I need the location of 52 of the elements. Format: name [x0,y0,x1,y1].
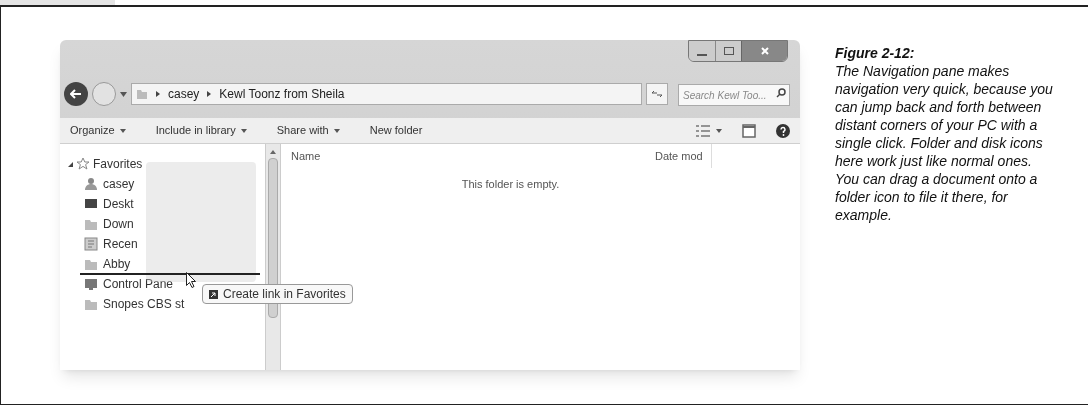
refresh-icon [651,89,663,99]
drag-tooltip: Create link in Favorites [202,284,353,304]
nav-item[interactable]: Down [103,215,134,233]
folder-icon [84,217,98,231]
toolbar-button[interactable]: Include in library [155,122,247,139]
scrollbar[interactable] [265,144,281,370]
address-bar[interactable]: casey Kewl Toonz from Sheila [131,83,642,105]
empty-folder-message: This folder is empty. [460,177,561,192]
figure-label: Figure 2-12: [835,44,916,62]
back-button[interactable] [64,82,88,106]
history-dropdown-icon[interactable] [120,91,127,97]
help-icon[interactable] [776,123,790,138]
nav-item[interactable]: Deskt [103,195,134,213]
caret-icon [716,128,722,133]
column-header[interactable]: Date mod [651,144,712,168]
breadcrumb-item[interactable]: casey [168,85,200,103]
folder-icon [84,297,98,311]
nav-item[interactable]: Recen [103,235,138,253]
person-icon [84,177,98,191]
view-options-button[interactable] [696,124,722,137]
star-icon [76,157,90,171]
shortcut-arrow-icon [209,289,218,299]
nav-item[interactable]: casey [103,175,135,193]
breadcrumb-item[interactable]: Kewl Toonz from Sheila [219,85,345,103]
figure-caption: The Navigation pane makes navigation very quick, because you can jump back and forth between distant corners of your PC with a single click. Folder and disk icons here work just like normal ones. You can drag a document onto a folder icon to file it there, for example. [835,62,1054,224]
column-header[interactable]: Name [281,147,651,165]
nav-group-label[interactable]: Favorites [93,155,143,173]
nav-item[interactable]: Control Pane [103,275,174,293]
minimize-button[interactable] [689,41,715,61]
list-view-icon [696,124,710,137]
breadcrumb-arrow-icon[interactable] [156,91,160,97]
close-button[interactable] [741,41,787,61]
maximize-button[interactable] [715,41,741,61]
toolbar-button[interactable]: New folder [369,122,423,139]
preview-pane-icon[interactable] [742,123,756,138]
nav-item[interactable]: Snopes CBS st [103,295,185,313]
search-icon [776,87,786,98]
expand-arrow-icon[interactable] [68,161,73,167]
scroll-up-icon [270,150,276,154]
monitor-icon [84,277,98,291]
nav-item[interactable]: Abby [103,255,131,273]
monitor-icon [84,197,98,211]
folder-icon [84,257,98,271]
folder-icon [136,88,148,100]
breadcrumb-arrow-icon[interactable] [207,91,212,97]
mouse-pointer-icon [186,272,197,288]
back-arrow-icon [70,89,82,99]
toolbar-button[interactable]: Share with [276,122,340,139]
toolbar-button[interactable]: Organize [70,122,126,139]
search-field[interactable]: Search Kewl Too... [678,84,790,107]
close-icon [760,47,769,55]
document-icon [84,237,98,251]
